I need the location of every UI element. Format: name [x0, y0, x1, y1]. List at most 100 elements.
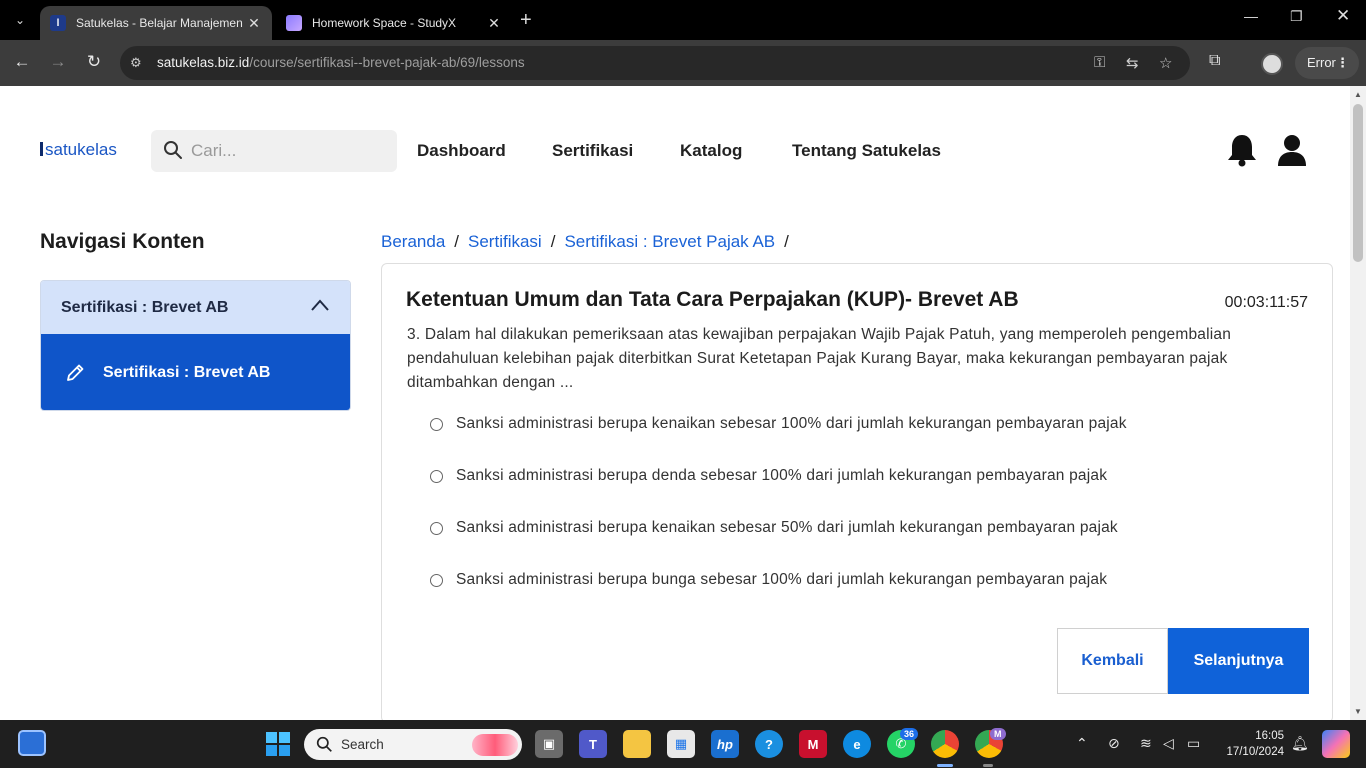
extensions-icon[interactable]: ⧉ — [1209, 52, 1220, 70]
answer-option[interactable]: Sanksi administrasi berupa kenaikan sebe… — [430, 415, 1127, 433]
answer-option-label: Sanksi administrasi berupa bunga sebesar… — [456, 571, 1108, 588]
sidebar-item-label: Sertifikasi : Brevet AB — [103, 364, 271, 381]
url-domain: satukelas.biz.id — [157, 55, 250, 70]
address-bar[interactable]: ⚙ satukelas.biz.id/course/sertifikasi--b… — [120, 46, 1190, 80]
search-input[interactable] — [191, 140, 381, 162]
radio-button[interactable] — [430, 573, 443, 587]
mcafee-icon[interactable]: M — [799, 730, 827, 758]
answer-option-label: Sanksi administrasi berupa denda sebesar… — [456, 467, 1108, 484]
profile-error-button[interactable]: Error ⋮ — [1295, 47, 1359, 79]
satukelas-favicon-icon: l — [50, 15, 66, 31]
answer-option[interactable]: Sanksi administrasi berupa bunga sebesar… — [430, 571, 1107, 589]
forward-icon[interactable]: → — [46, 52, 70, 72]
active-app-indicator — [937, 764, 953, 767]
profile-avatar[interactable] — [1261, 53, 1283, 75]
chrome-icon[interactable] — [931, 730, 959, 758]
taskbar-search[interactable]: Search — [304, 729, 522, 760]
answer-option[interactable]: Sanksi administrasi berupa kenaikan sebe… — [430, 519, 1118, 537]
taskbar-search-label: Search — [341, 737, 384, 752]
volume-icon[interactable]: ◁ — [1163, 735, 1174, 752]
profile-error-label: Error — [1307, 55, 1336, 70]
microsoft-store-icon[interactable]: ▦ — [667, 730, 695, 758]
breadcrumb-separator: / — [784, 232, 789, 251]
sidebar-item-brevet-ab[interactable]: Sertifikasi : Brevet AB — [41, 334, 350, 410]
restore-icon[interactable]: ❐ — [1290, 8, 1303, 25]
new-tab-icon[interactable]: + — [520, 9, 532, 31]
breadcrumb-beranda[interactable]: Beranda — [381, 232, 445, 251]
accordion-header[interactable]: Sertifikasi : Brevet AB — [41, 281, 350, 334]
answer-option-label: Sanksi administrasi berupa kenaikan sebe… — [456, 415, 1127, 432]
url-text[interactable]: satukelas.biz.id/course/sertifikasi--bre… — [157, 55, 525, 70]
tab-satukelas[interactable]: l Satukelas - Belajar Manajemen ✕ — [40, 6, 272, 40]
running-app-indicator — [983, 764, 993, 767]
studyx-favicon-icon — [286, 15, 302, 31]
edge-icon[interactable]: e — [843, 730, 871, 758]
question-text: 3. Dalam hal dilakukan pemeriksaan atas … — [407, 326, 1232, 391]
radio-button[interactable] — [430, 469, 443, 483]
tab-search-icon[interactable]: ⌄ — [8, 10, 32, 30]
sync-off-icon[interactable]: ⊘ — [1108, 735, 1120, 752]
chevron-up-icon[interactable] — [311, 299, 329, 311]
minimize-icon[interactable]: ― — [1244, 8, 1258, 24]
search-highlight-art — [472, 734, 518, 756]
reload-icon[interactable]: ↻ — [82, 52, 106, 72]
nav-dashboard[interactable]: Dashboard — [417, 141, 506, 161]
content-accordion: Sertifikasi : Brevet AB Sertifikasi : Br… — [40, 280, 351, 411]
page-scrollbar[interactable]: ▲ ▼ — [1350, 86, 1366, 720]
radio-button[interactable] — [430, 521, 443, 535]
site-info-icon[interactable]: ⚙ — [130, 55, 142, 71]
close-window-icon[interactable]: ✕ — [1336, 6, 1350, 26]
start-windows-icon[interactable] — [266, 732, 290, 756]
url-path: /course/sertifikasi--brevet-pajak-ab/69/… — [249, 55, 525, 70]
quiz-title: Ketentuan Umum dan Tata Cara Perpajakan … — [406, 288, 1019, 311]
battery-icon[interactable]: ▭ — [1187, 735, 1200, 752]
breadcrumb-brevet-pajak-ab[interactable]: Sertifikasi : Brevet Pajak AB — [564, 232, 775, 251]
windows-taskbar: Search ▣ T ▦ hp ? M e ✆ 36 M ⌃ ⊘ ≋ ◁ ▭ 1… — [0, 720, 1366, 768]
user-account-icon[interactable] — [1278, 134, 1306, 166]
next-button[interactable]: Selanjutnya — [1168, 628, 1309, 694]
scroll-down-icon[interactable]: ▼ — [1354, 707, 1362, 716]
site-search — [151, 130, 397, 172]
tab-close-icon[interactable]: ✕ — [246, 15, 262, 32]
nav-sertifikasi[interactable]: Sertifikasi — [552, 141, 633, 161]
system-clock[interactable]: 16:05 17/10/2024 — [1218, 728, 1284, 760]
tab-title: Homework Space - StudyX — [312, 16, 457, 30]
site-logo[interactable]: satukelas — [40, 140, 117, 160]
radio-button[interactable] — [430, 417, 443, 431]
password-key-icon[interactable]: ⚿ — [1094, 54, 1105, 71]
breadcrumb-sertifikasi[interactable]: Sertifikasi — [468, 232, 542, 251]
teams-icon[interactable]: T — [579, 730, 607, 758]
whatsapp-badge: 36 — [900, 728, 919, 740]
hp-icon[interactable]: hp — [711, 730, 739, 758]
browser-tab-strip: ⌄ l Satukelas - Belajar Manajemen ✕ Home… — [0, 0, 1366, 40]
nav-tentang[interactable]: Tentang Satukelas — [792, 141, 941, 161]
task-view-icon[interactable]: ▣ — [535, 730, 563, 758]
sidebar-title: Navigasi Konten — [40, 230, 205, 253]
file-explorer-icon[interactable] — [623, 730, 651, 758]
pencil-icon — [67, 364, 84, 381]
more-menu-icon[interactable]: ⋮ — [1336, 47, 1349, 79]
logo-mark-icon — [40, 142, 43, 156]
quiz-timer: 00:03:11:57 — [1224, 294, 1308, 311]
tab-studyx[interactable]: Homework Space - StudyX ✕ — [276, 6, 512, 40]
logo-text: satukelas — [45, 140, 117, 159]
widgets-icon[interactable] — [18, 730, 46, 756]
browser-toolbar: ← → ↻ ⚙ satukelas.biz.id/course/sertifik… — [0, 40, 1366, 86]
bookmark-star-icon[interactable]: ☆ — [1159, 54, 1172, 72]
webpage: satukelas Dashboard Sertifikasi Katalog … — [0, 86, 1350, 720]
show-hidden-icons-icon[interactable]: ⌃ — [1076, 735, 1088, 752]
notification-icon[interactable]: 🔔︎ — [1291, 735, 1309, 752]
copilot-icon[interactable] — [1322, 730, 1350, 758]
nav-katalog[interactable]: Katalog — [680, 141, 742, 161]
back-icon[interactable]: ← — [10, 52, 34, 72]
notification-bell-icon[interactable] — [1227, 133, 1257, 167]
scroll-up-icon[interactable]: ▲ — [1354, 90, 1362, 99]
breadcrumb-separator: / — [454, 232, 460, 251]
back-button[interactable]: Kembali — [1057, 628, 1168, 694]
tab-close-icon[interactable]: ✕ — [486, 15, 502, 32]
answer-option[interactable]: Sanksi administrasi berupa denda sebesar… — [430, 467, 1107, 485]
scrollbar-thumb[interactable] — [1353, 104, 1363, 262]
wifi-icon[interactable]: ≋ — [1140, 735, 1152, 752]
help-icon[interactable]: ? — [755, 730, 783, 758]
translate-icon[interactable]: ⇆ — [1126, 54, 1139, 72]
